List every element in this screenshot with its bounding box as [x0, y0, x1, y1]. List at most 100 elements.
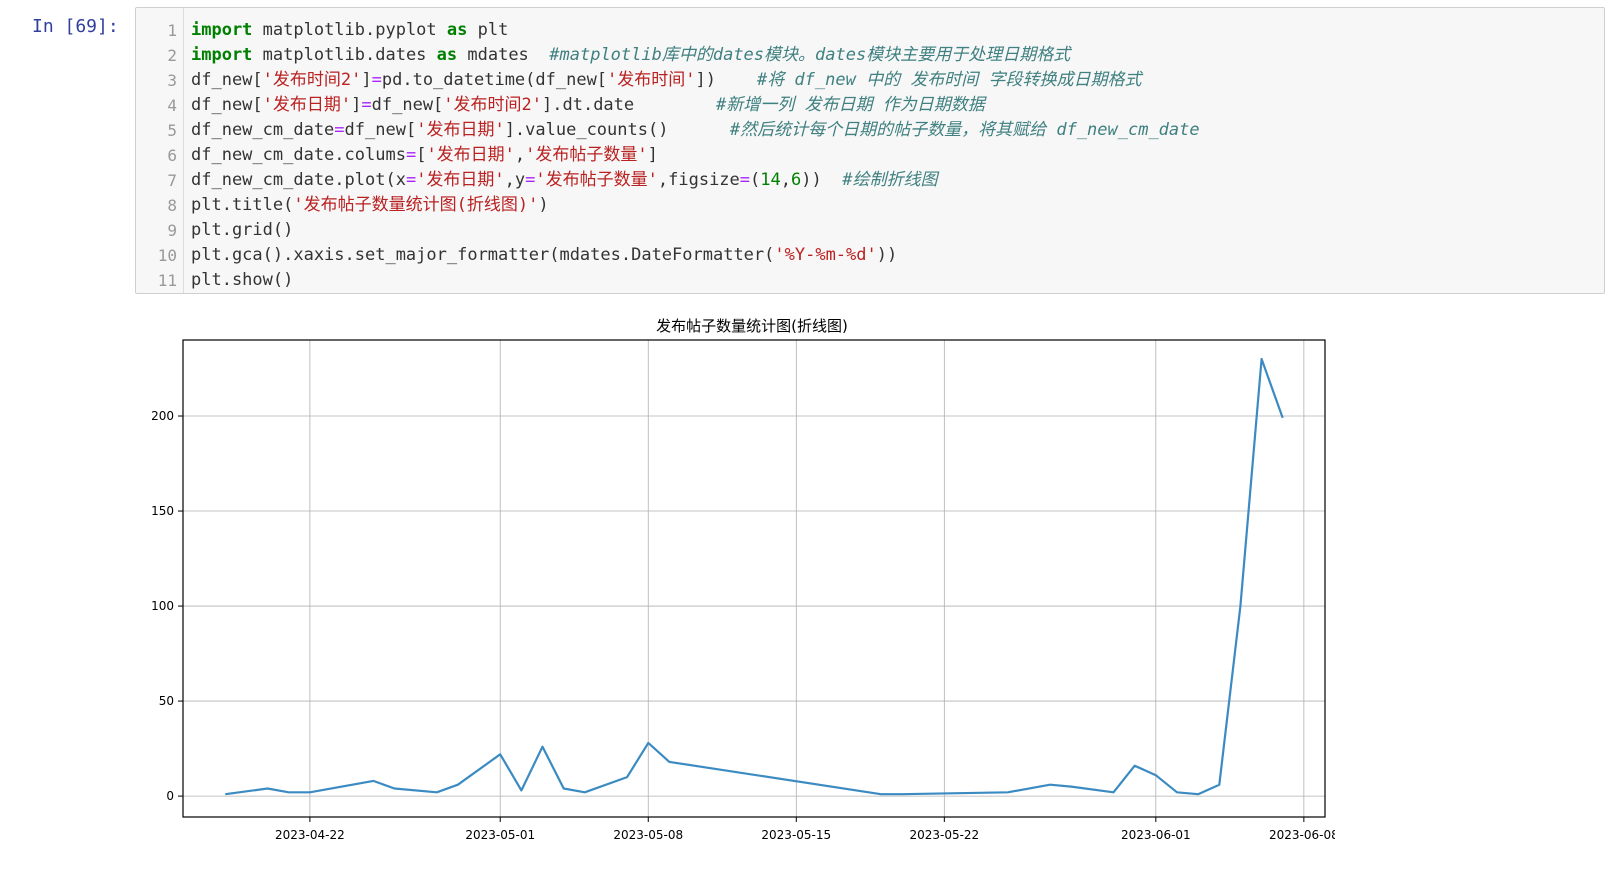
code-line: df_new_cm_date.plot(x='发布日期',y='发布帖子数量',…	[191, 168, 1200, 193]
code-token: 14	[760, 170, 781, 190]
code-token: ,y	[504, 170, 526, 190]
code-comment: #将 df_new 中的 发布时间 字段转换成日期格式	[756, 70, 1142, 90]
line-number: 1	[167, 21, 177, 40]
code-token: ])	[695, 70, 757, 90]
y-axis: 0 50 100 150 200	[151, 409, 183, 803]
code-line: df_new['发布时间2']=pd.to_datetime(df_new['发…	[191, 68, 1200, 93]
code-string: '发布时间'	[607, 70, 696, 90]
code-token: ))	[876, 245, 898, 265]
x-tick-label: 2023-05-15	[761, 828, 831, 842]
code-token: matplotlib.pyplot	[252, 20, 447, 40]
x-tick-label: 2023-05-08	[613, 828, 683, 842]
y-tick-label: 200	[151, 409, 174, 423]
cell-prompt: In [69]:	[32, 16, 119, 37]
code-token: =	[405, 145, 417, 165]
chart-output: 发布帖子数量统计图(折线图) 2023-04-22 2023-05-01 2023-…	[135, 305, 1339, 854]
code-token: plt.grid()	[191, 220, 294, 240]
code-token: 6	[791, 170, 802, 190]
x-tick-label: 2023-06-01	[1121, 828, 1191, 842]
code-string: '发布时间2'	[262, 70, 362, 90]
code-comment: #然后统计每个日期的帖子数量，将其赋给 df_new_cm_date	[729, 120, 1200, 140]
code-token: =	[371, 70, 382, 90]
code-token: [	[416, 145, 427, 165]
code-cell[interactable]: 1 2 3 4 5 6 7 8 9 10 11 import matplotlib.pyplot a…	[135, 7, 1605, 294]
x-axis: 2023-04-22 2023-05-01 2023-05-08 2023-05-15…	[275, 817, 1339, 842]
code-editor[interactable]: import matplotlib.pyplot as plt import ma…	[191, 18, 1200, 293]
line-number: 6	[167, 146, 177, 165]
line-number: 4	[167, 96, 177, 115]
code-string: '发布帖子数量'	[525, 145, 648, 165]
y-tick-label: 100	[151, 599, 174, 613]
code-token: df_new[	[191, 70, 263, 90]
code-token: ].value_counts()	[504, 120, 730, 140]
code-keyword: import	[191, 45, 253, 65]
code-token: ]	[647, 145, 658, 165]
code-line: import matplotlib.pyplot as plt	[191, 18, 1200, 43]
y-tick-label: 0	[166, 789, 174, 803]
code-line: import matplotlib.dates as mdates #matpl…	[191, 43, 1200, 68]
code-token: (	[750, 170, 761, 190]
code-token: df_new[	[371, 95, 444, 115]
code-token: ]	[351, 95, 362, 115]
x-tick-label: 2023-04-22	[275, 828, 345, 842]
code-string: '发布帖子数量'	[535, 170, 658, 190]
code-token: =	[405, 170, 417, 190]
code-string: '发布帖子数量统计图(折线图)'	[293, 195, 539, 215]
x-tick-label: 2023-05-01	[465, 828, 535, 842]
code-token: ]	[361, 70, 372, 90]
line-number-gutter: 1 2 3 4 5 6 7 8 9 10 11	[136, 8, 184, 293]
code-token: )	[538, 195, 549, 215]
line-number: 7	[167, 171, 177, 190]
code-line: df_new_cm_date=df_new['发布日期'].value_coun…	[191, 118, 1200, 143]
code-token: =	[739, 170, 751, 190]
code-token: ,	[514, 145, 526, 165]
code-line: plt.gca().xaxis.set_major_formatter(mdat…	[191, 243, 1200, 268]
x-tick-label: 2023-05-22	[909, 828, 979, 842]
code-keyword: as	[436, 45, 458, 65]
code-token: =	[361, 95, 372, 115]
line-chart: 发布帖子数量统计图(折线图) 2023-04-22 2023-05-01 2023-…	[151, 317, 1339, 842]
code-token: =	[334, 120, 345, 140]
code-string: '发布日期'	[426, 145, 515, 165]
line-number: 9	[167, 221, 177, 240]
code-token: plt.title(	[191, 195, 294, 215]
code-line: df_new['发布日期']=df_new['发布时间2'].dt.date #…	[191, 93, 1200, 118]
code-keyword: import	[191, 20, 253, 40]
code-comment: #绘制折线图	[842, 170, 938, 190]
y-tick-label: 150	[151, 504, 174, 518]
series-layer	[225, 357, 1284, 796]
y-tick-label: 50	[159, 694, 174, 708]
code-token: =	[525, 170, 536, 190]
code-string: '发布日期'	[416, 120, 505, 140]
code-token: matplotlib.dates	[252, 45, 437, 65]
code-comment: #新增一列 发布日期 作为日期数据	[716, 95, 985, 115]
code-token: df_new[	[344, 120, 417, 140]
code-keyword: as	[446, 20, 468, 40]
code-token: df_new_cm_date.colums	[191, 145, 406, 165]
code-token: df_new[	[191, 95, 263, 115]
code-string: '发布日期'	[416, 170, 505, 190]
code-token: df_new_cm_date	[191, 120, 335, 140]
code-token: ,	[780, 170, 792, 190]
code-string: '%Y-%m-%d'	[774, 245, 877, 265]
code-line: plt.grid()	[191, 218, 1200, 243]
grid	[183, 340, 1325, 817]
line-number: 2	[167, 46, 177, 65]
code-token: plt.gca().xaxis.set_major_formatter(mdat…	[191, 245, 775, 265]
code-token: df_new_cm_date.plot(x	[191, 170, 406, 190]
code-line: plt.title('发布帖子数量统计图(折线图)')	[191, 193, 1200, 218]
line-number: 5	[167, 121, 177, 140]
code-line: df_new_cm_date.colums=['发布日期','发布帖子数量']	[191, 143, 1200, 168]
chart-title: 发布帖子数量统计图(折线图)	[656, 317, 848, 335]
series-line	[225, 357, 1284, 796]
code-token: plt.show()	[191, 270, 294, 290]
line-number: 10	[157, 246, 177, 265]
code-token: ].dt.date	[542, 95, 717, 115]
line-number: 11	[157, 271, 177, 290]
code-comment: #matplotlib库中的dates模块。dates模块主要用于处理日期格式	[549, 45, 1071, 65]
code-string: '发布日期'	[262, 95, 352, 115]
line-number: 3	[167, 71, 177, 90]
code-string: '发布时间2'	[443, 95, 543, 115]
code-token: ,figsize	[657, 170, 740, 190]
code-token: ))	[801, 170, 843, 190]
